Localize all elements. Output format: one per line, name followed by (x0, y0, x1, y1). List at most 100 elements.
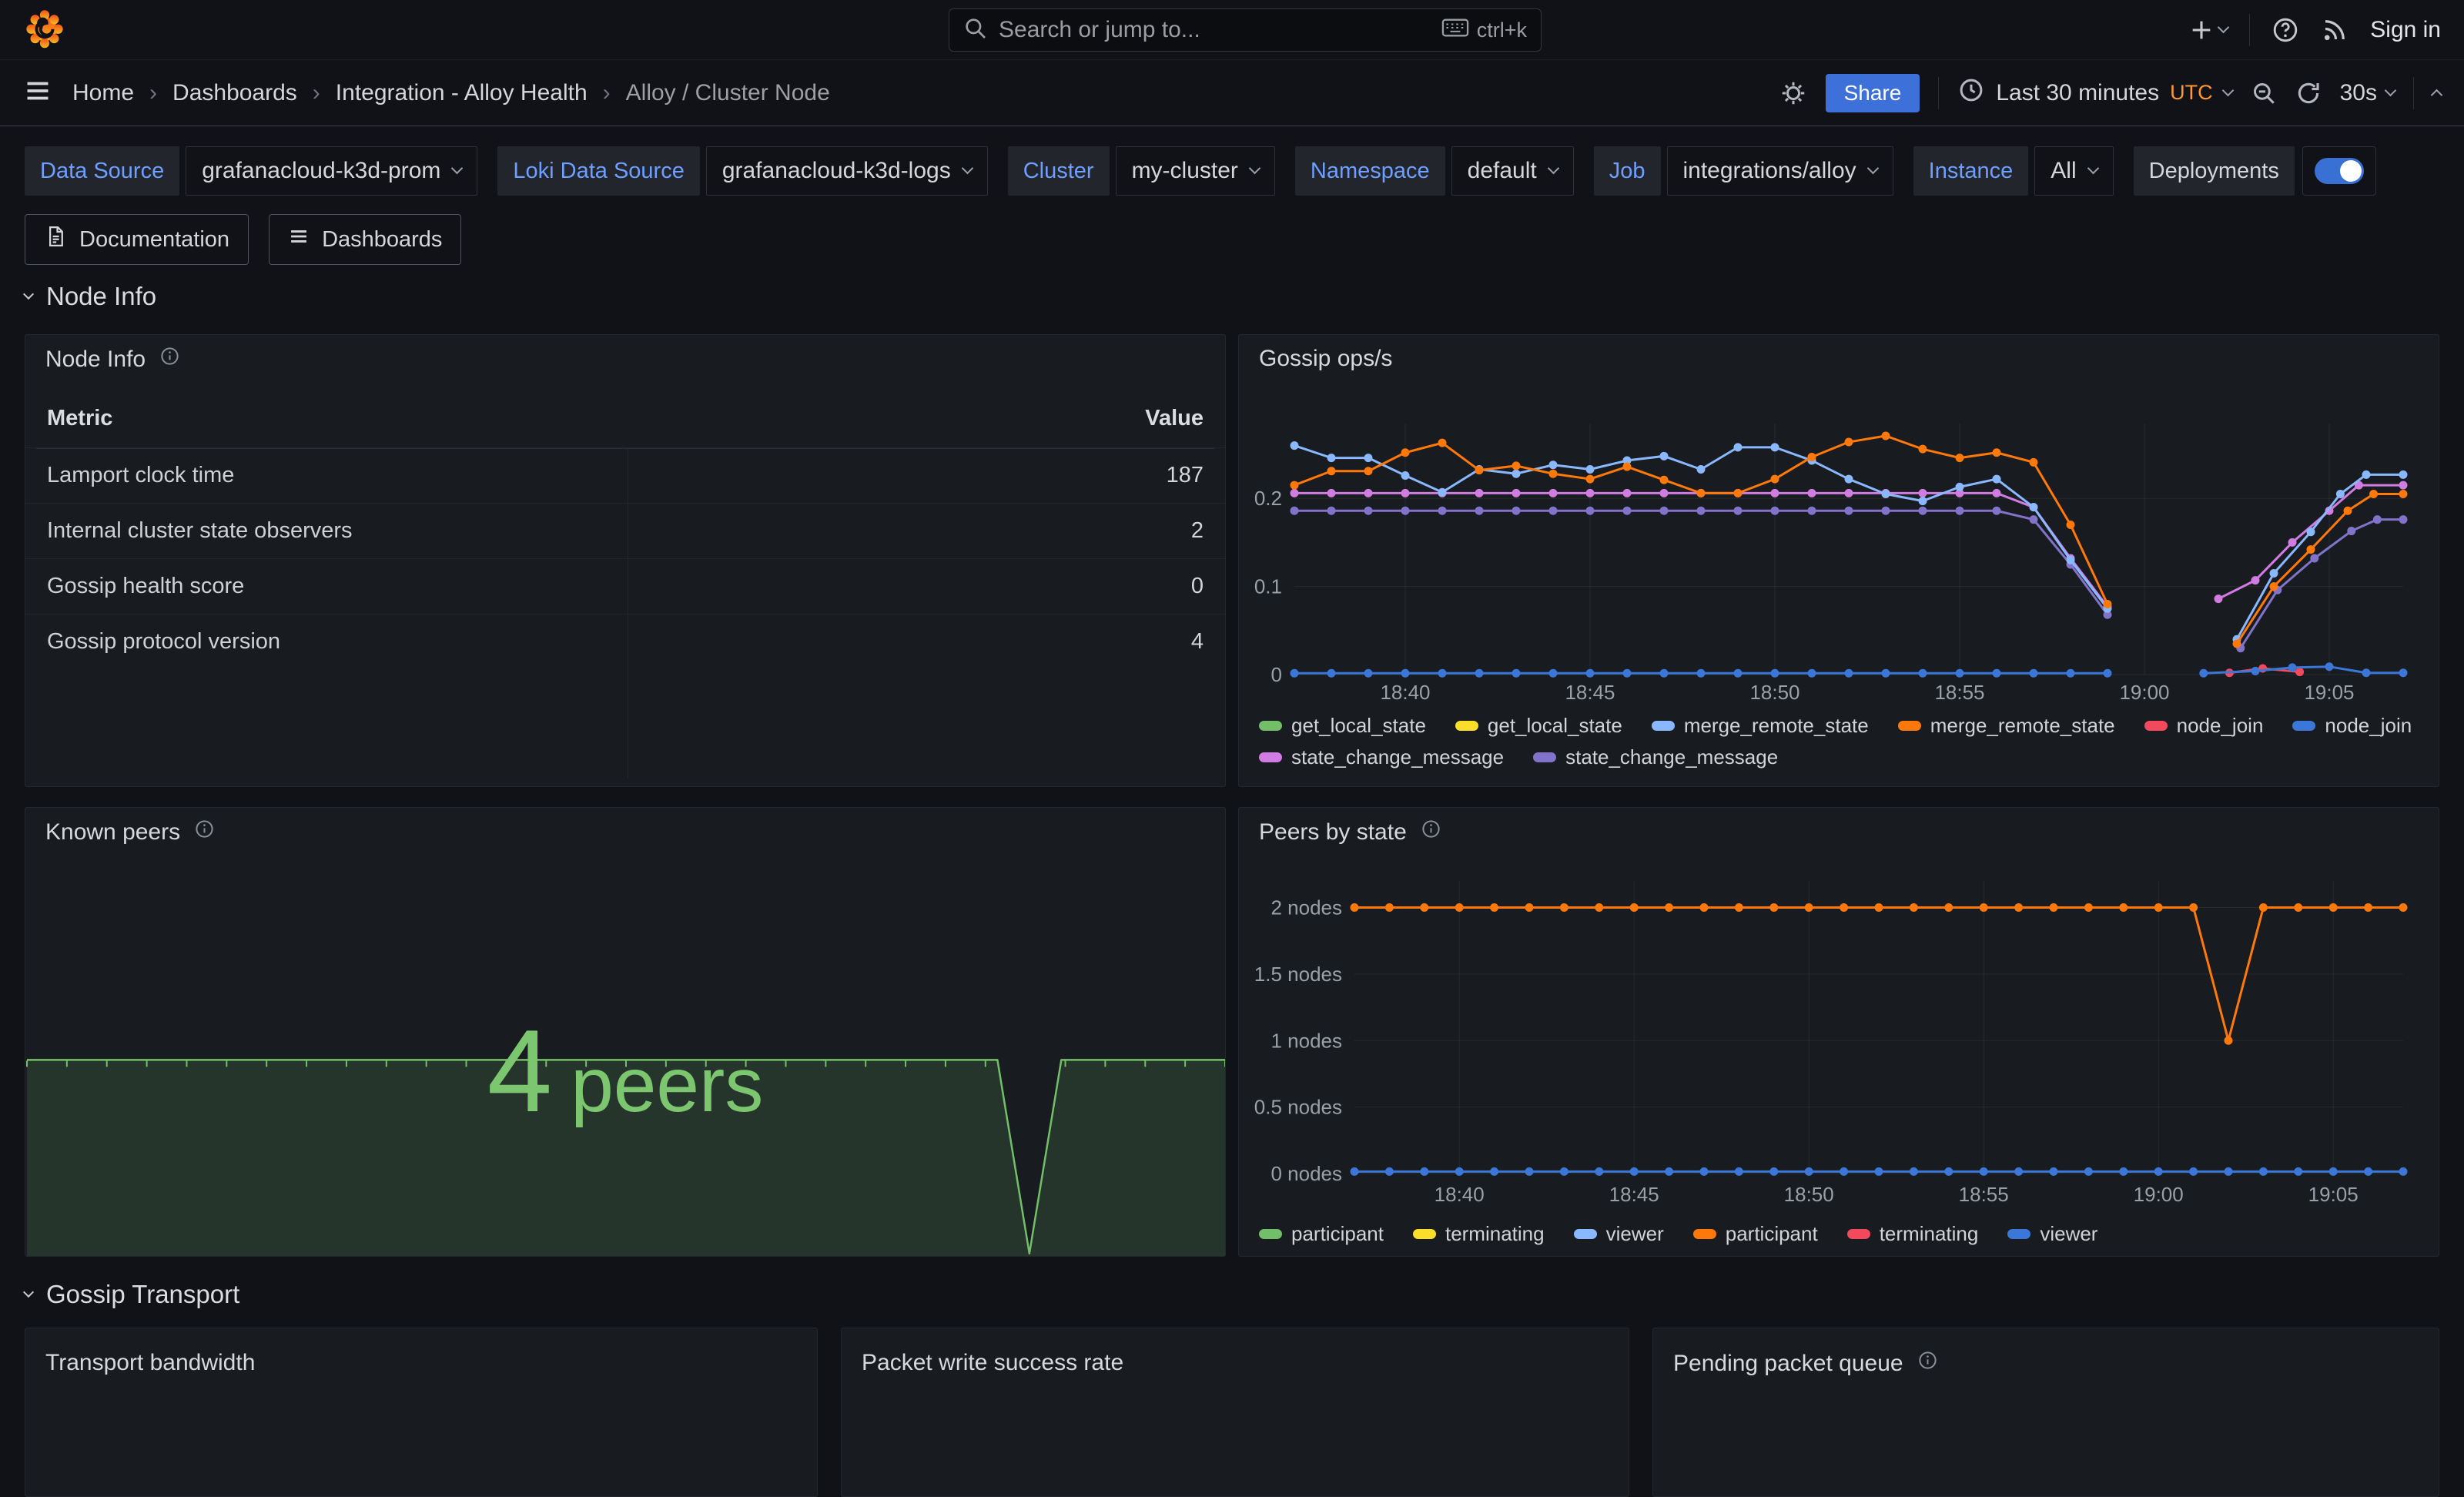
peers-by-state-legend: participant terminating viewer participa… (1259, 1222, 2097, 1246)
section-gossip-transport[interactable]: Gossip Transport (25, 1280, 239, 1309)
legend-item[interactable]: merge_remote_state (1898, 714, 2115, 738)
variable-value-dropdown[interactable]: grafanacloud-k3d-prom (186, 146, 477, 196)
breadcrumb-dashboards[interactable]: Dashboards (172, 80, 297, 106)
series-color-chip (1259, 1229, 1282, 1239)
breadcrumb-current-page: Alloy / Cluster Node (626, 80, 830, 106)
legend-label: merge_remote_state (1930, 714, 2115, 738)
metric-cell: Gossip health score (47, 574, 244, 599)
variable-value-dropdown[interactable]: grafanacloud-k3d-logs (706, 146, 988, 196)
legend-item[interactable]: terminating (1847, 1222, 1979, 1246)
refresh-interval-picker[interactable]: 30s (2340, 80, 2395, 106)
table-header: Metric Value (25, 389, 1225, 447)
table-row: Internal cluster state observers 2 (25, 503, 1225, 558)
legend-item[interactable]: terminating (1413, 1222, 1545, 1246)
panel-title[interactable]: Transport bandwidth (45, 1350, 255, 1376)
panel-title[interactable]: Pending packet queue (1673, 1350, 1938, 1377)
legend-label: viewer (1606, 1222, 1664, 1246)
breadcrumb: Home › Dashboards › Integration - Alloy … (72, 80, 830, 106)
top-nav: ctrl+k Sign in (0, 0, 2464, 60)
legend-label: viewer (2040, 1222, 2097, 1246)
breadcrumb-folder[interactable]: Integration - Alloy Health (336, 80, 588, 106)
legend-item[interactable]: get_local_state (1455, 714, 1622, 738)
legend-item[interactable]: viewer (2007, 1222, 2097, 1246)
variable-label: Loki Data Source (497, 146, 699, 196)
series-color-chip (1898, 721, 1921, 731)
series-color-chip (1574, 1229, 1597, 1239)
svg-text:19:00: 19:00 (2119, 681, 2169, 704)
svg-text:0: 0 (1271, 663, 1282, 686)
share-button[interactable]: Share (1826, 74, 1920, 112)
legend-item[interactable]: get_local_state (1259, 714, 1426, 738)
column-header-value[interactable]: Value (1145, 406, 1204, 431)
peers-by-state-chart: 0 nodes0.5 nodes1 nodes1.5 nodes2 nodes1… (1239, 808, 2439, 1256)
legend-item[interactable]: participant (1259, 1222, 1384, 1246)
section-node-info[interactable]: Node Info (25, 282, 156, 311)
panel-title[interactable]: Gossip ops/s (1259, 346, 1392, 372)
legend-item[interactable]: participant (1693, 1222, 1818, 1246)
panel-title-text: Pending packet queue (1673, 1351, 1903, 1377)
value-cell: 0 (1191, 574, 1204, 599)
add-new-button[interactable] (2188, 17, 2228, 43)
legend-item[interactable]: node_join (2144, 714, 2264, 738)
panel-title[interactable]: Packet write success rate (862, 1350, 1123, 1376)
variable-value-dropdown[interactable]: my-cluster (1116, 146, 1275, 196)
legend-label: merge_remote_state (1684, 714, 1869, 738)
variable-value-dropdown[interactable]: All (2034, 146, 2113, 196)
svg-text:18:55: 18:55 (1934, 681, 1984, 704)
panel-title[interactable]: Node Info (45, 346, 180, 373)
refresh-interval-label: 30s (2340, 80, 2377, 106)
info-icon[interactable] (159, 346, 180, 373)
chevron-down-icon (2385, 84, 2397, 96)
grafana-logo[interactable] (23, 6, 66, 53)
info-icon[interactable] (1917, 1350, 1938, 1377)
variable-value-dropdown[interactable]: integrations/alloy (1667, 146, 1893, 196)
panel-gossip-ops: Gossip ops/s 00.10.218:4018:4518:5018:55… (1238, 334, 2439, 787)
panel-packet-write-success: Packet write success rate (841, 1328, 1629, 1497)
global-search[interactable]: ctrl+k (949, 8, 1542, 52)
collapse-toolbar-icon[interactable] (2431, 89, 2443, 102)
svg-text:2 nodes: 2 nodes (1270, 896, 1342, 919)
help-button[interactable] (2272, 16, 2299, 44)
dashboard-settings-icon[interactable] (1779, 79, 1807, 107)
panel-peers-by-state: Peers by state 0 nodes0.5 nodes1 nodes1.… (1238, 807, 2439, 1257)
dashboards-button[interactable]: Dashboards (269, 214, 461, 265)
svg-text:18:45: 18:45 (1609, 1183, 1659, 1206)
panel-node-info: Node Info Metric Value Lamport clock tim… (25, 334, 1226, 787)
legend-item[interactable]: state_change_message (1259, 745, 1504, 769)
breadcrumb-home[interactable]: Home (72, 80, 134, 106)
deployments-toggle[interactable] (2302, 146, 2376, 196)
time-range-picker[interactable]: Last 30 minutes UTC (1957, 76, 2231, 110)
news-icon[interactable] (2321, 16, 2348, 44)
panel-title[interactable]: Peers by state (1259, 819, 1441, 846)
legend-item[interactable]: state_change_message (1533, 745, 1778, 769)
panel-title[interactable]: Known peers (45, 819, 215, 846)
variable-value-dropdown[interactable]: default (1451, 146, 1574, 196)
legend-label: get_local_state (1291, 714, 1426, 738)
zoom-out-icon[interactable] (2251, 80, 2277, 106)
menu-toggle-icon[interactable] (23, 76, 52, 109)
legend-item[interactable]: merge_remote_state (1652, 714, 1869, 738)
panel-transport-bandwidth: Transport bandwidth (25, 1328, 818, 1497)
search-icon (963, 16, 988, 45)
breadcrumb-separator: › (603, 80, 611, 106)
chevron-down-icon (1249, 162, 1261, 175)
value-cell: 4 (1191, 629, 1204, 655)
refresh-icon[interactable] (2295, 80, 2322, 106)
series-color-chip (1413, 1229, 1436, 1239)
panel-known-peers: Known peers 4 peers (25, 807, 1226, 1257)
legend-item[interactable]: viewer (1574, 1222, 1664, 1246)
info-icon[interactable] (1421, 819, 1441, 846)
info-icon[interactable] (194, 819, 215, 846)
legend-item[interactable]: node_join (2292, 714, 2412, 738)
svg-text:19:05: 19:05 (2304, 681, 2354, 704)
documentation-button[interactable]: Documentation (25, 214, 249, 265)
gossip-ops-legend: get_local_state get_local_state merge_re… (1259, 714, 2412, 769)
column-header-metric[interactable]: Metric (47, 406, 112, 431)
series-color-chip (1533, 752, 1556, 762)
series-color-chip (1455, 721, 1478, 731)
variable-label: Instance (1913, 146, 2029, 196)
search-input[interactable] (999, 17, 1431, 43)
sign-in-button[interactable]: Sign in (2370, 17, 2441, 43)
metric-cell: Lamport clock time (47, 463, 234, 488)
metric-cell: Gossip protocol version (47, 629, 280, 655)
